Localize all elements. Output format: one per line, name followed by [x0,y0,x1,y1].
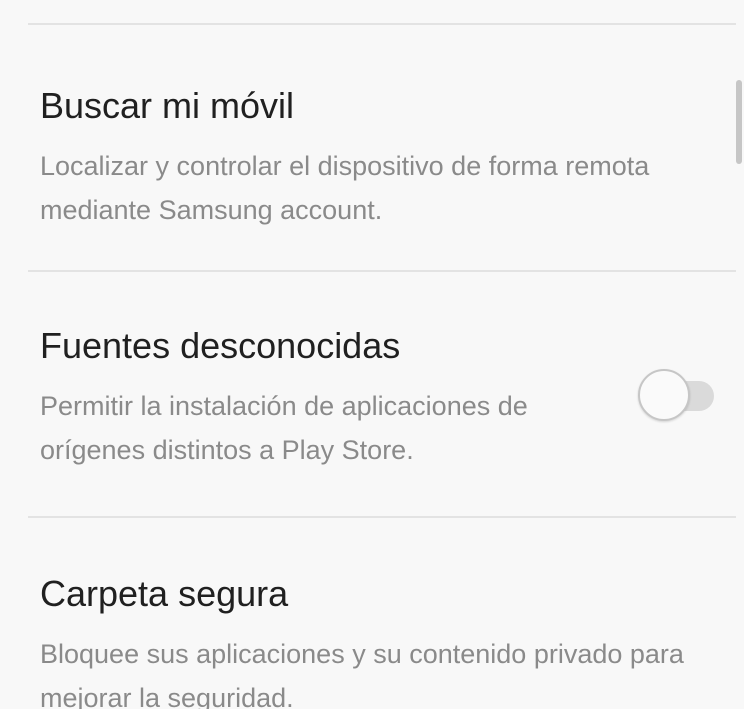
setting-secure-folder[interactable]: Carpeta segura Bloquee sus aplicaciones … [0,518,744,709]
setting-title: Fuentes desconocidas [40,325,401,366]
divider [28,23,736,25]
setting-description-line-1: Localizar y controlar el dispositivo de … [40,151,650,181]
settings-screen: Buscar mi móvil Localizar y controlar el… [0,0,744,709]
setting-unknown-sources[interactable]: Fuentes desconocidas Permitir la instala… [0,272,744,516]
setting-title: Carpeta segura [40,573,289,614]
toggle-thumb [638,369,690,421]
unknown-sources-toggle[interactable] [636,367,714,425]
setting-description-line-2: mediante Samsung account. [40,195,383,225]
setting-title: Buscar mi móvil [40,85,295,126]
setting-description-line-1: Bloquee sus aplicaciones y su contenido … [40,639,684,669]
setting-find-my-mobile[interactable]: Buscar mi móvil Localizar y controlar el… [0,26,744,270]
setting-description-line-1: Permitir la instalación de aplicaciones … [40,391,528,421]
setting-description-line-2: mejorar la seguridad. [40,683,294,709]
scrollbar[interactable] [736,80,742,164]
setting-description-line-2: orígenes distintos a Play Store. [40,435,414,465]
